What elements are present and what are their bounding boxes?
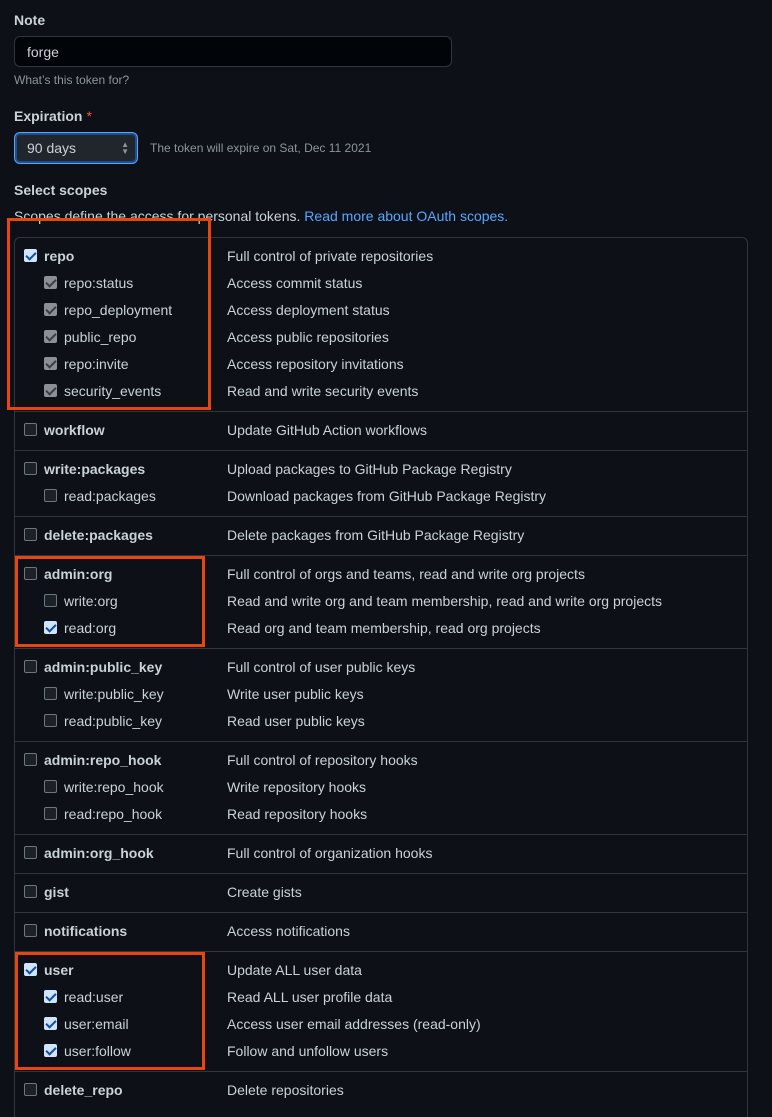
scope-separator <box>15 1071 747 1072</box>
scope-description: Write repository hooks <box>227 779 367 795</box>
highlight-box <box>15 556 205 647</box>
expiration-label: Expiration * <box>14 108 92 124</box>
checkbox-admin-repo-hook[interactable] <box>24 753 37 766</box>
checkbox-write-public-key[interactable] <box>44 687 57 700</box>
scope-description: Update ALL user data <box>227 962 362 978</box>
scope-row-admin-org-hook: admin:org_hook Full control of organizati… <box>15 841 747 868</box>
scope-separator <box>15 834 747 835</box>
scope-separator <box>15 450 747 451</box>
scope-row-delete-repo: delete_repo Delete repositories <box>15 1078 747 1105</box>
scope-row-write-public-key: write:public_key Write user public keys <box>15 682 747 709</box>
scope-description: Full control of repository hooks <box>227 752 418 768</box>
scope-row-admin-repo-hook: admin:repo_hook Full control of repositor… <box>15 748 747 775</box>
scope-description: Upload packages to GitHub Package Regist… <box>227 461 512 477</box>
checkbox-write-repo-hook[interactable] <box>44 780 57 793</box>
scope-description: Follow and unfollow users <box>227 1043 389 1059</box>
expiration-select[interactable]: 90 days ▲ ▼ <box>14 132 138 164</box>
note-label: Note <box>14 12 46 28</box>
checkbox-write-packages[interactable] <box>24 462 37 475</box>
scope-description: Delete packages from GitHub Package Regi… <box>227 527 525 543</box>
checkbox-read-repo-hook[interactable] <box>44 807 57 820</box>
scope-description: Read repository hooks <box>227 806 368 822</box>
scope-description: Read ALL user profile data <box>227 989 393 1005</box>
scope-separator <box>15 741 747 742</box>
note-input[interactable] <box>14 36 452 67</box>
checkbox-read-packages[interactable] <box>44 489 57 502</box>
scope-description: Full control of user public keys <box>227 659 416 675</box>
scope-name: admin:org_hook <box>44 845 154 861</box>
scope-name: delete_repo <box>44 1082 123 1098</box>
scope-description: Full control of orgs and teams, read and… <box>227 566 585 582</box>
scope-description: Access notifications <box>227 923 350 939</box>
scope-description: Access repository invitations <box>227 356 404 372</box>
checkbox-delete-packages[interactable] <box>24 528 37 541</box>
scope-row-delete-packages: delete:packages Delete packages from GitH… <box>15 523 747 550</box>
scope-description: Access deployment status <box>227 302 390 318</box>
scope-name: write:public_key <box>64 686 164 702</box>
scope-row-read-repo-hook: read:repo_hook Read repository hooks <box>15 802 747 829</box>
select-scopes-title: Select scopes <box>14 182 108 198</box>
checkbox-workflow[interactable] <box>24 423 37 436</box>
required-marker: * <box>86 108 92 124</box>
note-hint: What’s this token for? <box>14 73 130 87</box>
scope-name: delete:packages <box>44 527 153 543</box>
scope-description: Full control of organization hooks <box>227 845 433 861</box>
scope-description: Create gists <box>227 884 302 900</box>
scope-row-gist: gist Create gists <box>15 880 747 907</box>
select-caret-icon: ▲ ▼ <box>121 140 129 156</box>
scope-name: write:packages <box>44 461 146 477</box>
highlight-box <box>7 218 211 410</box>
scope-name: notifications <box>44 923 128 939</box>
scope-description: Delete repositories <box>227 1082 344 1098</box>
scope-name: read:public_key <box>64 713 163 729</box>
scope-description: Read org and team membership, read org p… <box>227 620 541 636</box>
checkbox-admin-public-key[interactable] <box>24 660 37 673</box>
scope-description: Update GitHub Action workflows <box>227 422 427 438</box>
scope-row-write-packages: write:packages Upload packages to GitHub … <box>15 457 747 484</box>
scope-description: Access commit status <box>227 275 363 291</box>
scope-description: Full control of private repositories <box>227 248 434 264</box>
scope-description: Access public repositories <box>227 329 389 345</box>
scope-name: write:repo_hook <box>64 779 164 795</box>
scope-separator <box>15 516 747 517</box>
scope-description: Write user public keys <box>227 686 364 702</box>
scope-separator <box>15 912 747 913</box>
scope-name: read:repo_hook <box>64 806 163 822</box>
oauth-scopes-link[interactable]: Read more about OAuth scopes. <box>304 208 508 224</box>
scope-description: Download packages from GitHub Package Re… <box>227 488 547 504</box>
scope-description: Access user email addresses (read-only) <box>227 1016 481 1032</box>
scope-name: workflow <box>44 422 105 438</box>
scope-row-read-packages: read:packages Download packages from GitH… <box>15 484 747 511</box>
scope-name: gist <box>44 884 69 900</box>
highlight-box <box>15 952 205 1070</box>
expiration-label-text: Expiration <box>14 108 83 124</box>
checkbox-notifications[interactable] <box>24 924 37 937</box>
scope-separator <box>15 873 747 874</box>
checkbox-gist[interactable] <box>24 885 37 898</box>
checkbox-read-public-key[interactable] <box>44 714 57 727</box>
scope-row-workflow: workflow Update GitHub Action workflows <box>15 418 747 445</box>
scope-row-admin-public-key: admin:public_key Full control of user pub… <box>15 655 747 682</box>
expiration-select-value: 90 days <box>27 140 77 156</box>
checkbox-admin-org-hook[interactable] <box>24 846 37 859</box>
scope-description: Read and write security events <box>227 383 419 399</box>
scope-name: admin:repo_hook <box>44 752 162 768</box>
scope-name: admin:public_key <box>44 659 163 675</box>
scope-separator <box>15 411 747 412</box>
scope-name: read:packages <box>64 488 156 504</box>
scope-row-write-repo-hook: write:repo_hook Write repository hooks <box>15 775 747 802</box>
expiration-note: The token will expire on Sat, Dec 11 202… <box>150 141 372 155</box>
scope-description: Read and write org and team membership, … <box>227 593 662 609</box>
scope-row-read-public-key: read:public_key Read user public keys <box>15 709 747 736</box>
scope-description: Read user public keys <box>227 713 365 729</box>
checkbox-delete-repo[interactable] <box>24 1083 37 1096</box>
scope-row-notifications: notifications Access notifications <box>15 919 747 946</box>
scope-separator <box>15 648 747 649</box>
